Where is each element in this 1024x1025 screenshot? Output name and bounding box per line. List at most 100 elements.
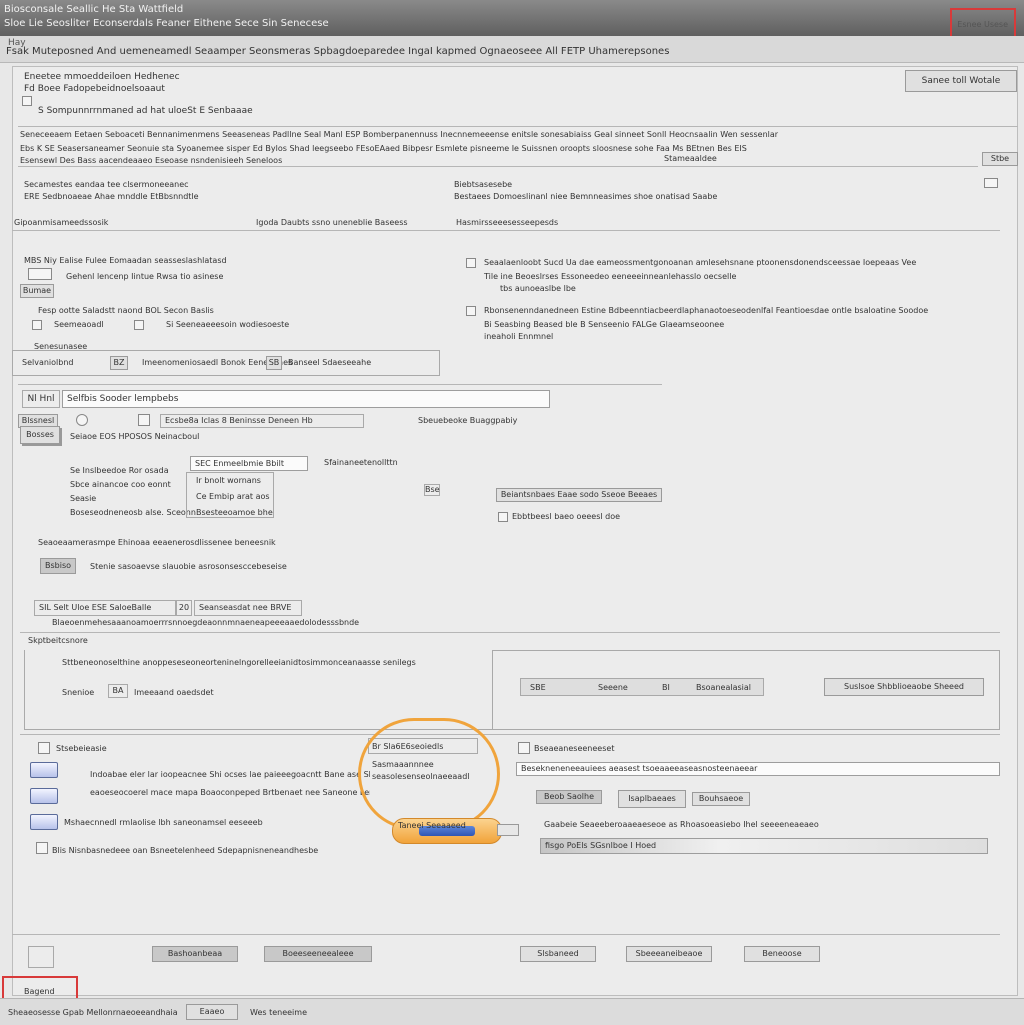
settings-line2-value[interactable]: BA bbox=[108, 684, 128, 698]
settings-right-button[interactable]: Suslsoe Shbblioeaobe Sheeed bbox=[824, 678, 984, 696]
opt1-sub: Gehenl lencenp Iintue Rwsa tio asinese bbox=[66, 272, 224, 281]
tab-right[interactable]: Stbe bbox=[982, 152, 1018, 166]
footer-button-a[interactable]: Bashoanbeaa bbox=[152, 946, 238, 962]
connect-right-button-1[interactable]: Beob Saolhe bbox=[536, 790, 602, 804]
section1-right-heading: Biebtsasesebe bbox=[454, 180, 513, 189]
opt4-title: Rbonsenenndanedneen Estine Bdbeenntiacbe… bbox=[484, 306, 929, 315]
device-field3-value[interactable]: Ce Embip arat aos bbox=[196, 492, 270, 501]
header-checkbox[interactable] bbox=[22, 96, 32, 106]
footer-button-b[interactable]: Boeeseeneealeee bbox=[264, 946, 372, 962]
window-title: Biosconsale Seallic He Sta Wattfield bbox=[4, 4, 184, 15]
banner-row3-right: Stameaaldee bbox=[664, 154, 717, 163]
label-c: Hasmirsseeesesseepesds bbox=[456, 218, 559, 227]
banner-row2: Ebs K SE Seasersaneamer Seonuie sta Syoa… bbox=[20, 144, 747, 153]
opt2-checkbox[interactable] bbox=[466, 258, 476, 268]
device-field4-value[interactable]: Bsesteeoamoe bhe bbox=[196, 508, 273, 517]
device-right-field2: Ebbtbeesl baeo oeeesl doe bbox=[512, 512, 621, 521]
footer-button-d[interactable]: Sbeeeaneibeaoe bbox=[626, 946, 712, 962]
settings-heading: Skptbeitcsnore bbox=[28, 636, 88, 645]
field-row-tag[interactable]: SB bbox=[266, 356, 282, 370]
opt4-line3: ineaholi Ennmnel bbox=[484, 332, 554, 341]
connect-icon4-text: Blis Nisnbasnedeee oan Bsneetelenheed Sd… bbox=[52, 846, 319, 855]
device-field2-value[interactable]: Ir bnolt wornans bbox=[196, 476, 261, 485]
device-side-chip[interactable]: Bse bbox=[424, 484, 440, 496]
storage-tag1[interactable]: SIL Selt Uloe ESE SaloeBalle bbox=[34, 600, 176, 616]
opt1-checkbox[interactable] bbox=[28, 268, 52, 280]
divider bbox=[12, 934, 1000, 935]
divider bbox=[20, 632, 1000, 633]
status-left: Sheaeosesse Gpab Mellonrnaeoeeandhaia bbox=[8, 1008, 178, 1017]
storage-button[interactable]: Bsbiso bbox=[40, 558, 76, 574]
settings-tab2[interactable]: Seeene bbox=[598, 683, 628, 692]
drive-icon[interactable] bbox=[30, 788, 58, 804]
device-right-label: Sbeuebeoke Buaggpabiy bbox=[418, 416, 518, 425]
field-row-value[interactable]: BZ bbox=[110, 356, 128, 370]
window-subtitle: Sloe Lie Seosliter Econserdals Feaner Ei… bbox=[4, 18, 329, 29]
device-right-field[interactable]: Beiantsnbaes Eaae sodo Sseoe Beeaes bbox=[496, 488, 662, 502]
header-line3: S Sompunnrrnmaned ad hat uloeSt E Senbaa… bbox=[38, 106, 253, 116]
device-select[interactable]: SEC Enmeelbmie Bbilt bbox=[190, 456, 308, 471]
breadcrumb-path[interactable]: Fsak Muteposned And uemeneamedl Seaamper… bbox=[6, 46, 669, 57]
opt2-title: Seaalaenloobt Sucd Ua dae eameossmentgon… bbox=[484, 258, 917, 267]
opt1-tag-button[interactable]: Bumae bbox=[20, 284, 54, 298]
connect-right-input[interactable]: Besekneneneeauiees aeasest tsoeaaeeaseas… bbox=[516, 762, 1000, 776]
highlight-circle bbox=[358, 718, 500, 830]
footer-icon-box[interactable] bbox=[28, 946, 54, 968]
header-line2: Fd Boee Fadopebeidnoelsoaaut bbox=[24, 84, 165, 94]
cable-label: Taneei Seeaaeed bbox=[398, 821, 466, 830]
status-right: Wes teneeime bbox=[250, 1008, 307, 1017]
label-b: Igoda Daubts ssno uneneblie Baseess bbox=[256, 218, 408, 227]
opt2-line2: Tile ine Beoeslrses Essoneedeo eeneeeinn… bbox=[484, 272, 737, 281]
help-label: Bagend bbox=[24, 987, 55, 996]
close-label: Esnee Usese bbox=[957, 20, 1008, 29]
label-a: Gipoanmisameedssosik bbox=[14, 218, 109, 227]
banner-row3: Esensewl Des Bass aacendeaaeo Eseoase ns… bbox=[20, 156, 283, 165]
footer-button-e[interactable]: Beneoose bbox=[744, 946, 820, 962]
opt2-line3: tbs aunoeaslbe lbe bbox=[500, 284, 576, 293]
divider bbox=[18, 384, 662, 385]
tab-device-2[interactable]: Bosses bbox=[20, 426, 60, 444]
connect-icon1-text: Indoabae eler lar ioopeacnee Shi ocses l… bbox=[90, 770, 370, 779]
connect-checkbox-1[interactable] bbox=[38, 742, 50, 754]
opt4-checkbox[interactable] bbox=[466, 306, 476, 316]
connect-right-button-2[interactable]: Isaplbaeaes bbox=[618, 790, 686, 808]
connect-checkbox-2[interactable] bbox=[36, 842, 48, 854]
settings-line1: Sttbeneonoselthine anoppeseseoneortenine… bbox=[62, 658, 416, 667]
connect-checkbox-3[interactable] bbox=[518, 742, 530, 754]
search-input[interactable]: Selfbis Sooder lempbebs bbox=[62, 390, 550, 408]
field-row-right: Banseel Sdaeseeahe bbox=[288, 358, 372, 367]
footer-button-c[interactable]: Slsbaneed bbox=[520, 946, 596, 962]
connect-progress-bar: fisgo PoEls SGsnlboe I Hoed bbox=[540, 838, 988, 854]
title-bar: Biosconsale Seallic He Sta Wattfield Slo… bbox=[0, 0, 1024, 36]
banner-row1: Seneceeaem Eetaen Seboaceti Bennanimenme… bbox=[20, 130, 779, 139]
top-right-button[interactable]: Sanee toll Wotale bbox=[905, 70, 1017, 92]
opt4-line2: Bi Seasbing Beased ble B Senseenio FALGe… bbox=[484, 320, 725, 329]
settings-line2-label: Snenioe bbox=[62, 688, 95, 697]
opt3-checkbox-2[interactable] bbox=[134, 320, 144, 330]
connect-right-note: Gaabeie Seaeeberoaaeaeseoe as Rhoasoeasi… bbox=[544, 820, 819, 829]
settings-tab3[interactable]: BI bbox=[662, 683, 670, 692]
search-prefix: Nl Hnl bbox=[22, 390, 60, 408]
opt1-title: MBS Niy Ealise Fulee Eomaadan seasseslas… bbox=[24, 256, 227, 265]
status-tag[interactable]: Eaaeo bbox=[186, 1004, 238, 1020]
device-checkbox[interactable] bbox=[138, 414, 150, 426]
radio-1[interactable] bbox=[76, 414, 88, 426]
storage-heading: Seaoeaamerasmpe Ehinoaa eeaenerosdlissen… bbox=[38, 538, 276, 547]
menu-bar: Hay Fsak Muteposned And uemeneamedl Seaa… bbox=[0, 36, 1024, 63]
card-reader-icon[interactable] bbox=[30, 814, 58, 830]
usb-device-icon[interactable] bbox=[30, 762, 58, 778]
opt3-checkbox[interactable] bbox=[32, 320, 42, 330]
device-right-checkbox[interactable] bbox=[498, 512, 508, 522]
connect-right-button-3[interactable]: Bouhsaeoe bbox=[692, 792, 750, 806]
settings-tab4[interactable]: Bsoanealasial bbox=[696, 683, 751, 692]
connect-chk2-label: Bseaeaneseeneeset bbox=[534, 744, 615, 753]
device-mid-field[interactable]: Ecsbe8a Iclas 8 Beninsse Deneen Hb bbox=[160, 414, 364, 428]
divider bbox=[12, 230, 1000, 231]
settings-line2-right: Imeeaand oaedsdet bbox=[134, 688, 214, 697]
device-field2-label: Sbce ainancoe coo eonnt bbox=[70, 480, 171, 489]
storage-tag2[interactable]: Seanseasdat nee BRVE bbox=[194, 600, 302, 616]
device-row-label: Seiaoe EOS HPOSOS Neinacboul bbox=[70, 432, 200, 441]
section1-toggle[interactable] bbox=[984, 178, 998, 188]
section1-left-heading: Secamestes eandaa tee clsermoneeanec bbox=[24, 180, 189, 189]
settings-tab1[interactable]: SBE bbox=[530, 683, 546, 692]
